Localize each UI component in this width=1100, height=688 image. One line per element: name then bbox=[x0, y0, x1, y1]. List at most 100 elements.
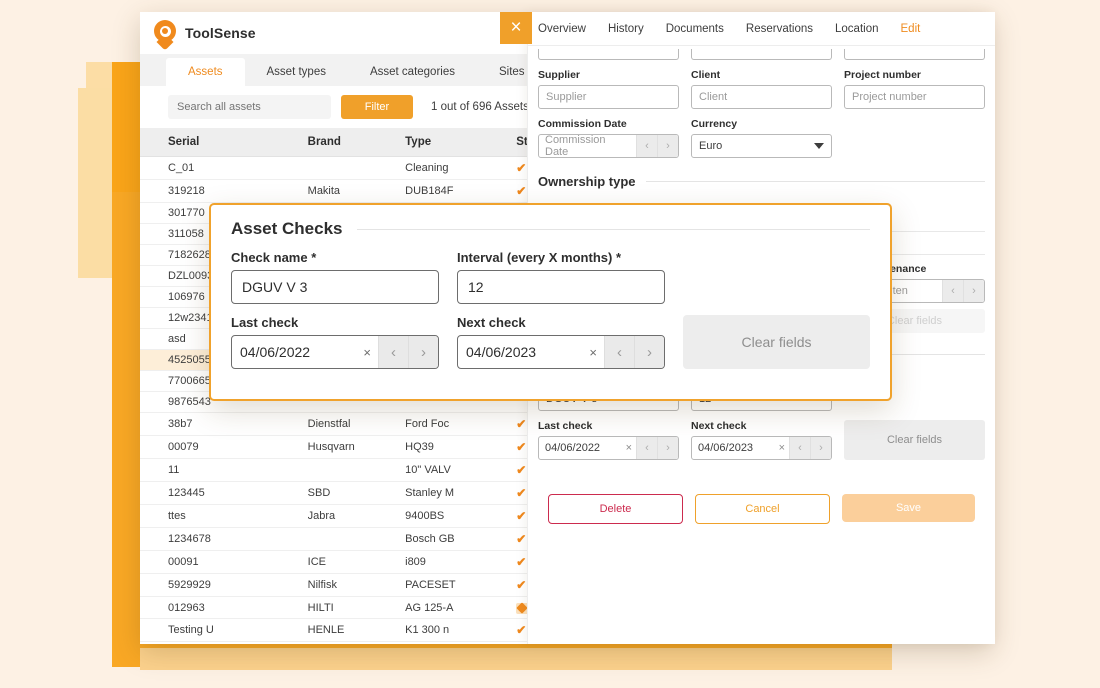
cutoff-input-3[interactable] bbox=[844, 49, 985, 60]
modal-interval-input[interactable]: 12 bbox=[457, 270, 665, 304]
detail-tab-location[interactable]: Location bbox=[835, 23, 878, 35]
modal-last-check-input[interactable]: 04/06/2022 × ‹ › bbox=[231, 335, 439, 369]
modal-next-check-prev-icon[interactable]: ‹ bbox=[604, 336, 634, 368]
cell-type: i809 bbox=[405, 551, 516, 574]
project-number-field: Project number Project number bbox=[844, 69, 985, 109]
modal-clear-fields-button[interactable]: Clear fields bbox=[683, 315, 870, 369]
next-check-prev-icon[interactable]: ‹ bbox=[789, 437, 810, 459]
tab-asset-types[interactable]: Asset types bbox=[245, 58, 348, 86]
cell-serial: Testing U bbox=[140, 619, 308, 642]
commission-currency-row: Commission Date Commission Date ‹ › Curr… bbox=[538, 118, 985, 158]
cell-serial: 5929929 bbox=[140, 574, 308, 597]
search-input[interactable] bbox=[168, 95, 331, 119]
client-label: Client bbox=[691, 69, 832, 81]
cutoff-input-1[interactable] bbox=[538, 49, 679, 60]
commission-date-value: Commission Date bbox=[539, 135, 636, 157]
brand-name: ToolSense bbox=[185, 25, 256, 41]
action-button-row: Delete Cancel Save bbox=[528, 494, 995, 524]
status-check-icon: ✔ bbox=[516, 184, 526, 198]
toolsense-pin-logo-icon bbox=[154, 20, 176, 46]
last-next-check-row: Last check 04/06/2022 × ‹ › Next check 0… bbox=[538, 420, 985, 460]
save-button[interactable]: Save bbox=[842, 494, 975, 522]
currency-value: Euro bbox=[699, 140, 722, 152]
cancel-button[interactable]: Cancel bbox=[695, 494, 830, 524]
next-check-next-icon[interactable]: › bbox=[810, 437, 831, 459]
pane-clear-wrap: Clear fields bbox=[844, 420, 985, 460]
detail-tab-edit[interactable]: Edit bbox=[901, 23, 921, 35]
modal-next-check-clear-icon[interactable]: × bbox=[582, 336, 604, 368]
modal-spacer-top bbox=[683, 250, 870, 304]
asset-checks-modal: Asset Checks Check name * DGUV V 3 Inter… bbox=[209, 203, 892, 401]
modal-last-check-prev-icon[interactable]: ‹ bbox=[378, 336, 408, 368]
detail-tab-reservations[interactable]: Reservations bbox=[746, 23, 813, 35]
last-check-clear-icon[interactable]: × bbox=[622, 437, 636, 459]
supplier-input[interactable]: Supplier bbox=[538, 85, 679, 109]
last-check-input[interactable]: 04/06/2022 × ‹ › bbox=[538, 436, 679, 460]
detail-tab-documents[interactable]: Documents bbox=[666, 23, 724, 35]
last-check-next-icon[interactable]: › bbox=[657, 437, 678, 459]
modal-check-name-input[interactable]: DGUV V 3 bbox=[231, 270, 439, 304]
detail-tab-overview[interactable]: Overview bbox=[538, 23, 586, 35]
last-check-label: Last check bbox=[538, 420, 679, 432]
modal-next-check-value: 04/06/2023 bbox=[458, 336, 582, 368]
cell-serial: 38b7 bbox=[140, 413, 308, 436]
cell-serial: 11 bbox=[140, 459, 308, 482]
cell-brand bbox=[308, 157, 405, 180]
asset-count-label: 1 out of 696 Assets bbox=[431, 101, 529, 113]
pane-clear-fields-button[interactable]: Clear fields bbox=[844, 420, 985, 460]
commission-date-prev-icon[interactable]: ‹ bbox=[636, 135, 657, 157]
column-header-serial[interactable]: Serial bbox=[140, 128, 308, 157]
cell-brand: Jabra bbox=[308, 505, 405, 528]
cell-brand: Dienstfal bbox=[308, 413, 405, 436]
currency-select[interactable]: Euro bbox=[691, 134, 832, 158]
cell-type: 9400BS bbox=[405, 505, 516, 528]
modal-next-check-input[interactable]: 04/06/2023 × ‹ › bbox=[457, 335, 665, 369]
cell-serial: 11571 bbox=[140, 642, 308, 645]
cell-brand: HILTI bbox=[308, 642, 405, 645]
tab-asset-types-label: Asset types bbox=[267, 66, 326, 78]
modal-check-name-label: Check name * bbox=[231, 250, 439, 265]
status-check-icon: ✔ bbox=[516, 417, 526, 431]
cell-type: Ford Foc bbox=[405, 413, 516, 436]
commission-date-input[interactable]: Commission Date ‹ › bbox=[538, 134, 679, 158]
close-icon[interactable]: × bbox=[500, 12, 532, 44]
next-check-clear-icon[interactable]: × bbox=[775, 437, 789, 459]
last-check-prev-icon[interactable]: ‹ bbox=[636, 437, 657, 459]
modal-next-check-next-icon[interactable]: › bbox=[634, 336, 664, 368]
project-number-input[interactable]: Project number bbox=[844, 85, 985, 109]
column-header-brand[interactable]: Brand bbox=[308, 128, 405, 157]
cell-serial: 012963 bbox=[140, 597, 308, 619]
client-input[interactable]: Client bbox=[691, 85, 832, 109]
currency-label: Currency bbox=[691, 118, 832, 130]
modal-dates-row: Last check 04/06/2022 × ‹ › Next check 0… bbox=[231, 315, 870, 369]
column-header-type[interactable]: Type bbox=[405, 128, 516, 157]
supplier-client-project-row: Supplier Supplier Client Client Project … bbox=[538, 69, 985, 109]
cell-type: Stanley M bbox=[405, 482, 516, 505]
modal-check-name-field: Check name * DGUV V 3 bbox=[231, 250, 439, 304]
commission-date-field: Commission Date Commission Date ‹ › bbox=[538, 118, 679, 158]
tab-asset-categories[interactable]: Asset categories bbox=[348, 58, 477, 86]
supplier-label: Supplier bbox=[538, 69, 679, 81]
project-number-label: Project number bbox=[844, 69, 985, 81]
commission-date-next-icon[interactable]: › bbox=[657, 135, 678, 157]
modal-next-check-label: Next check bbox=[457, 315, 665, 330]
delete-button[interactable]: Delete bbox=[548, 494, 683, 524]
tab-asset-categories-label: Asset categories bbox=[370, 66, 455, 78]
cell-brand: SBD bbox=[308, 482, 405, 505]
cutoff-input-2[interactable] bbox=[691, 49, 832, 60]
modal-last-check-next-icon[interactable]: › bbox=[408, 336, 438, 368]
status-check-icon: ✔ bbox=[516, 161, 526, 175]
next-check-input[interactable]: 04/06/2023 × ‹ › bbox=[691, 436, 832, 460]
ownership-type-section: Ownership type bbox=[538, 174, 985, 189]
ownership-type-divider bbox=[646, 181, 985, 182]
tab-assets[interactable]: Assets bbox=[166, 58, 245, 86]
modal-last-check-clear-icon[interactable]: × bbox=[356, 336, 378, 368]
spacer-field bbox=[844, 118, 985, 158]
next-maintenance-prev-icon[interactable]: ‹ bbox=[942, 280, 963, 302]
detail-tab-history[interactable]: History bbox=[608, 23, 644, 35]
commission-date-label: Commission Date bbox=[538, 118, 679, 130]
modal-last-check-field: Last check 04/06/2022 × ‹ › bbox=[231, 315, 439, 369]
cell-type: HQ39 bbox=[405, 436, 516, 459]
next-maintenance-next-icon[interactable]: › bbox=[963, 280, 984, 302]
filter-button[interactable]: Filter bbox=[341, 95, 413, 119]
